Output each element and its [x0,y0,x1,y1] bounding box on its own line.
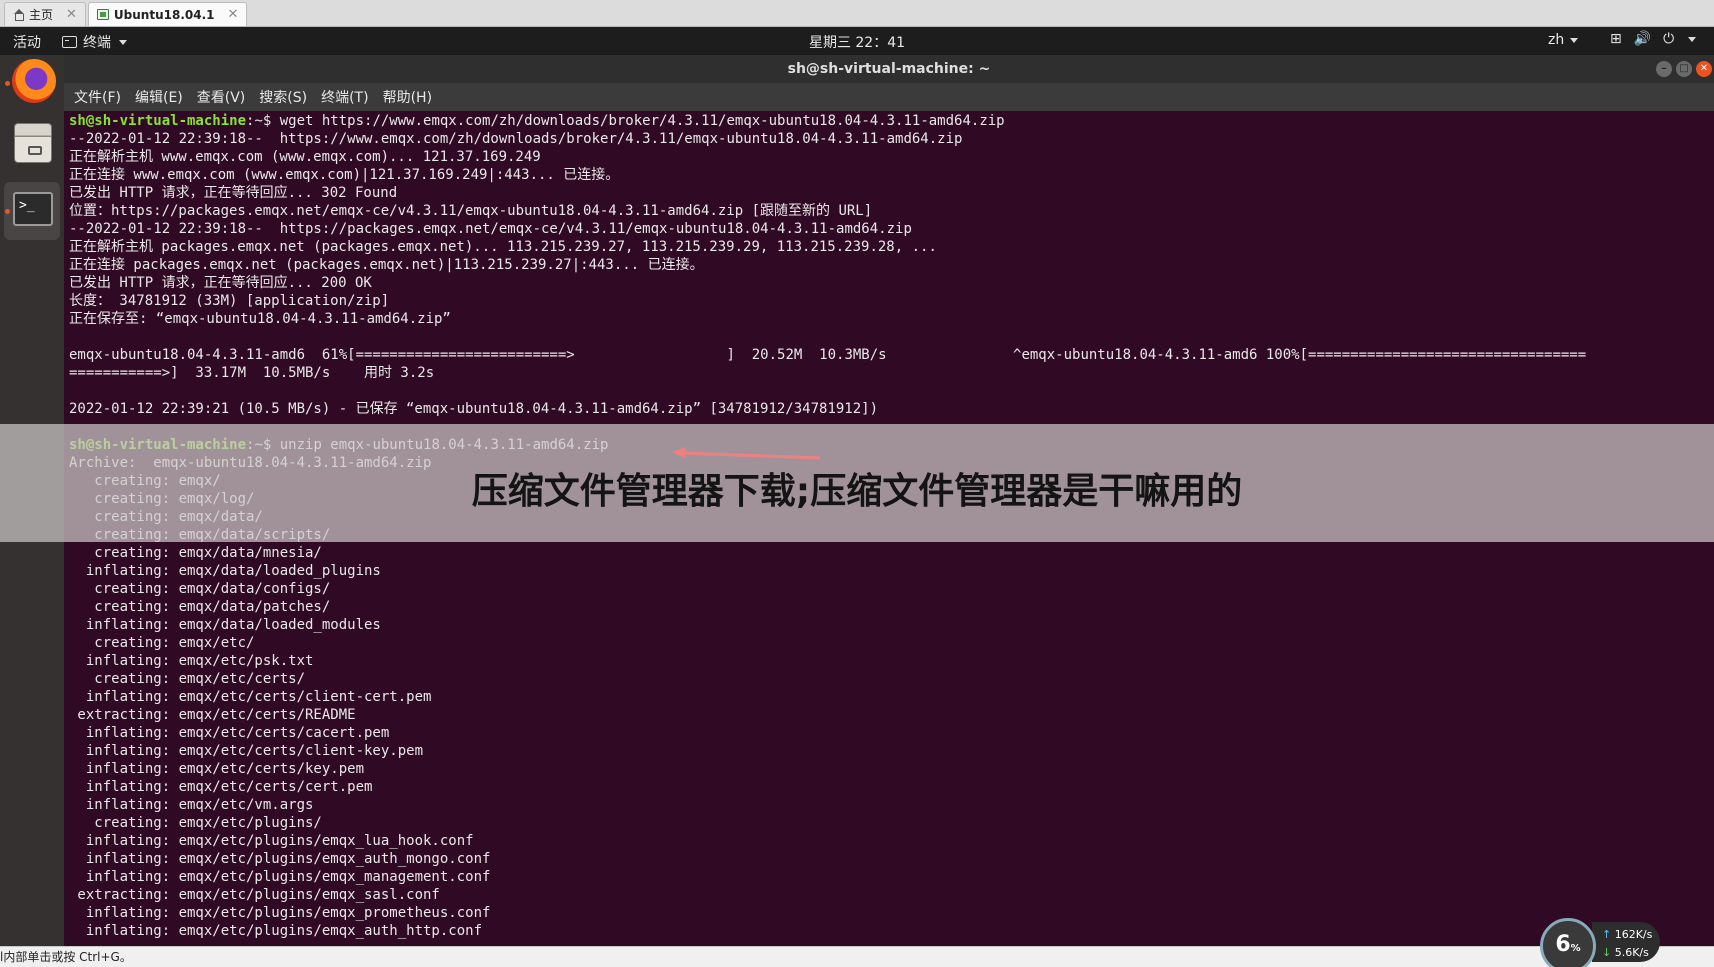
host-tab-vm[interactable]: Ubuntu18.04.1 ✕ [87,2,248,26]
menu-help[interactable]: 帮助(H) [383,87,432,107]
terminal-line: 正在连接 packages.emqx.net (packages.emqx.ne… [69,257,704,273]
terminal-line: extracting: emqx/etc/plugins/emqx_sasl.c… [69,887,440,903]
menu-edit[interactable]: 编辑(E) [135,87,183,107]
window-titlebar[interactable]: sh@sh-virtual-machine: ~ – □ ✕ [64,55,1714,83]
terminal-line: 2022-01-12 22:39:21 (10.5 MB/s) - 已保存 “e… [69,401,879,417]
terminal-line: inflating: emqx/etc/certs/client-key.pem [69,743,424,759]
download-icon: ↓ [1602,946,1612,959]
terminal-line: creating: emqx/etc/certs/ [69,671,306,687]
caret-down-icon [1570,37,1579,43]
firefox-icon [12,59,56,103]
terminal-line: sh@sh-virtual-machine:~$ wget https://ww… [69,112,1709,130]
usage-percent: 6 [1555,932,1571,957]
terminal-line: inflating: emqx/etc/certs/client-cert.pe… [69,689,432,705]
terminal-icon: >_ [13,192,53,226]
terminal-line: 已发出 HTTP 请求，正在等待回应... 200 OK [69,275,372,291]
rate-unit: K/s [1632,946,1649,959]
maximize-icon[interactable]: □ [1676,61,1692,77]
system-tray[interactable]: ⊞ 🔊 ⏻ [1610,31,1697,47]
caret-down-icon [1688,36,1697,42]
host-tab-label: 主页 [29,8,54,22]
terminal-line: 位置：https://packages.emqx.net/emqx-ce/v4.… [69,203,873,219]
upload-icon: ↑ [1602,928,1612,941]
terminal-line: emqx-ubuntu18.04-4.3.11-amd6 61%[=======… [69,347,1587,363]
terminal-line: inflating: emqx/etc/certs/key.pem [69,761,365,777]
terminal-line: creating: emqx/data/configs/ [69,581,331,597]
menu-file[interactable]: 文件(F) [74,87,121,107]
terminal-line: inflating: emqx/etc/plugins/emqx_auth_ht… [69,923,483,939]
network-rates: ↑ 162K/s ↓ 5.6K/s [1592,922,1660,962]
terminal-line: extracting: emqx/etc/certs/README [69,707,356,723]
terminal-line: 正在解析主机 www.emqx.com (www.emqx.com)... 12… [69,149,541,165]
terminal-line: inflating: emqx/etc/plugins/emqx_managem… [69,869,491,885]
terminal-line: --2022-01-12 22:39:18-- https://www.emqx… [69,131,963,147]
gnome-top-bar: 活动 终端 星期三 22：41 zh ⊞ 🔊 ⏻ [0,27,1714,55]
terminal-line: ===========>] 33.17M 10.5MB/s 用时 3.2s [69,365,435,381]
status-text: l内部单击或按 Ctrl+G。 [0,950,132,964]
terminal-line: 正在解析主机 packages.emqx.net (packages.emqx.… [69,239,937,255]
terminal-line: inflating: emqx/etc/certs/cacert.pem [69,725,390,741]
host-tab-bar: 主页 ✕ Ubuntu18.04.1 ✕ [0,0,1714,27]
clock[interactable]: 星期三 22：41 [0,32,1714,52]
prompt-user: sh@sh-virtual-machine [69,113,247,129]
host-tab-label: Ubuntu18.04.1 [113,7,215,22]
title-banner: 压缩文件管理器下载;压缩文件管理器是干嘛用的 [0,424,1714,542]
terminal-line: inflating: emqx/etc/psk.txt [69,653,314,669]
terminal-line: creating: emqx/data/patches/ [69,599,331,615]
terminal-line: inflating: emqx/data/loaded_modules [69,617,381,633]
home-icon [13,9,24,21]
terminal-line: 长度： 34781912 (33M) [application/zip] [69,293,390,309]
terminal-line: --2022-01-12 22:39:18-- https://packages… [69,221,912,237]
menu-terminal[interactable]: 终端(T) [321,87,368,107]
close-icon[interactable]: ✕ [228,7,239,22]
menu-bar: 文件(F) 编辑(E) 查看(V) 搜索(S) 终端(T) 帮助(H) [64,83,1714,111]
usage-gauge: 6% [1540,918,1596,967]
usage-percent-unit: % [1570,943,1581,954]
input-method-menu[interactable]: zh [1548,32,1579,48]
terminal-line: creating: emqx/etc/plugins/ [69,815,322,831]
upload-rate: 162 [1614,928,1636,941]
terminal-line: creating: emqx/etc/ [69,635,255,651]
banner-title: 压缩文件管理器下载;压缩文件管理器是干嘛用的 [471,471,1243,512]
close-icon[interactable]: ✕ [66,7,77,22]
network-speed-widget[interactable]: ↑ 162K/s ↓ 5.6K/s 6% [1540,918,1660,967]
terminal-line: inflating: emqx/etc/vm.args [69,797,314,813]
terminal-line: creating: emqx/data/mnesia/ [69,545,322,561]
rate-unit: K/s [1635,928,1653,941]
input-method-label: zh [1548,32,1565,48]
host-tab-home[interactable]: 主页 ✕ [4,2,86,26]
prompt-separator: :~$ [246,113,280,129]
files-icon [14,123,52,163]
running-indicator [5,209,10,214]
terminal-line: inflating: emqx/etc/plugins/emqx_prometh… [69,905,491,921]
menu-search[interactable]: 搜索(S) [259,87,307,107]
terminal-line: inflating: emqx/data/loaded_plugins [69,563,381,579]
dock-files[interactable] [4,115,60,173]
network-icon: ⊞ [1610,31,1622,47]
volume-icon: 🔊 [1633,31,1652,47]
terminal-line: inflating: emqx/etc/plugins/emqx_lua_hoo… [69,833,474,849]
close-icon[interactable]: ✕ [1696,61,1712,77]
menu-view[interactable]: 查看(V) [197,87,246,107]
dock-terminal[interactable]: >_ [4,182,60,240]
window-title: sh@sh-virtual-machine: ~ [787,61,991,77]
vm-icon [96,9,109,20]
arrow-annotation [672,447,821,460]
power-icon: ⏻ [1663,31,1675,47]
terminal-line: 正在保存至: “emqx-ubuntu18.04-4.3.11-amd64.zi… [69,311,451,327]
running-indicator [5,81,10,86]
terminal-line: 正在连接 www.emqx.com (www.emqx.com)|121.37.… [69,167,620,183]
dock-firefox[interactable] [4,55,60,113]
status-bar: l内部单击或按 Ctrl+G。 [0,946,1714,967]
terminal-line: inflating: emqx/etc/plugins/emqx_auth_mo… [69,851,491,867]
terminal-line: 已发出 HTTP 请求，正在等待回应... 302 Found [69,185,398,201]
command-text: wget https://www.emqx.com/zh/downloads/b… [279,113,1005,129]
terminal-line: inflating: emqx/etc/certs/cert.pem [69,779,373,795]
download-rate: 5.6 [1614,946,1633,959]
minimize-icon[interactable]: – [1656,61,1672,77]
